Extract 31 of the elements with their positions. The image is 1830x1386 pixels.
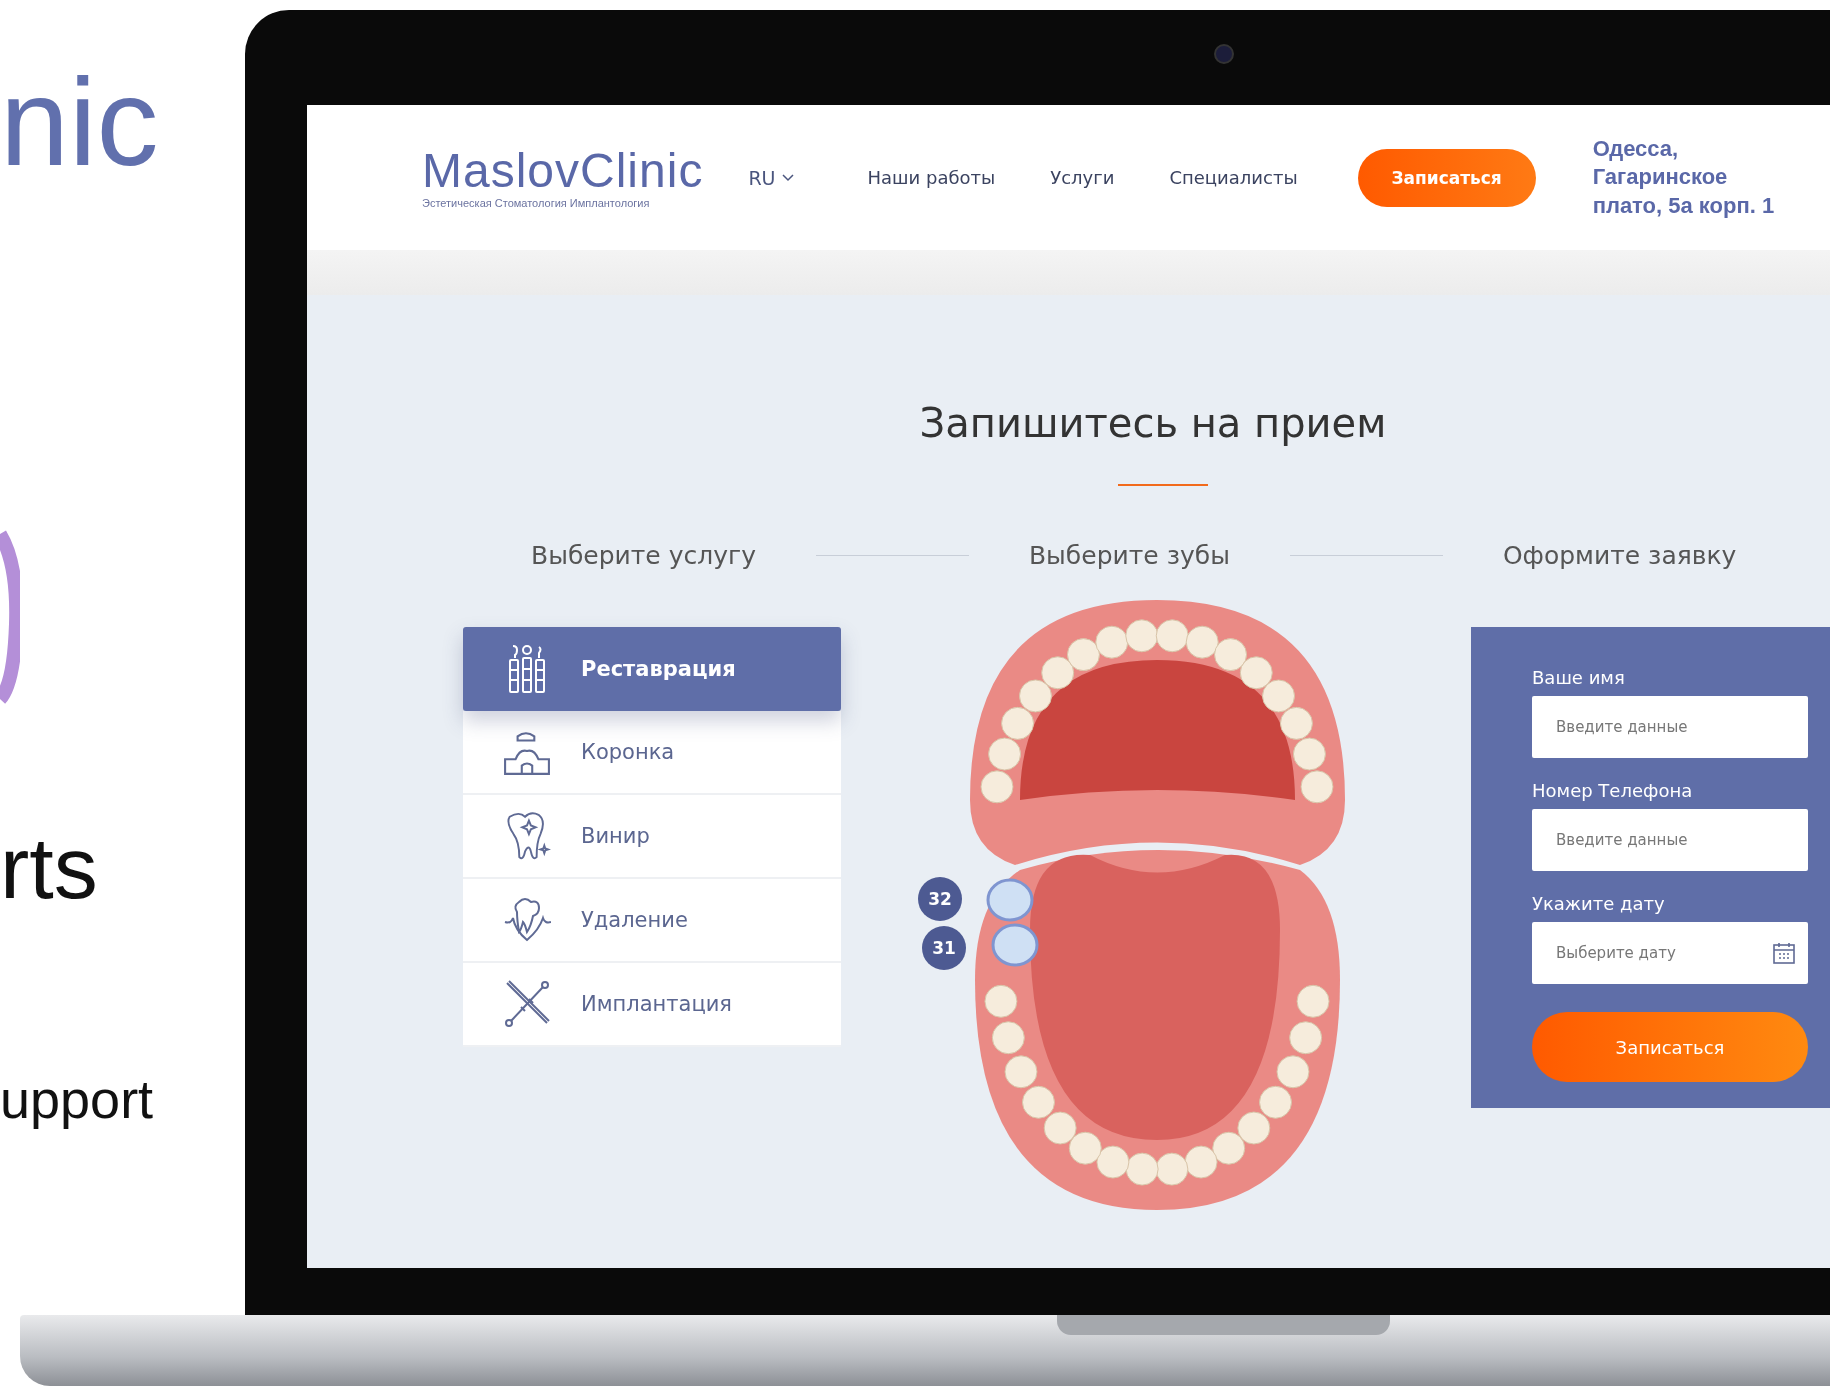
input-field[interactable]: Введите данные (1532, 809, 1808, 871)
feature-text: rts (0, 824, 98, 912)
service-item[interactable]: Винир (463, 795, 841, 879)
address-text: Одесса, Гагаринское плато, 5а корп. 1 (1592, 134, 1775, 220)
date-field[interactable]: Выберите дату (1532, 922, 1808, 984)
field-label: Ваше имя (1532, 667, 1626, 688)
language-selector[interactable]: RU (748, 166, 794, 189)
field-label: Номер Телефона (1532, 780, 1694, 801)
service-item[interactable]: Имплантация (463, 963, 841, 1047)
input-field[interactable]: Введите данные (1532, 696, 1808, 758)
camera-icon (1214, 44, 1234, 64)
crossed-tools-icon (503, 979, 551, 1029)
caret-icon (781, 173, 794, 182)
section-title: Запишитесь на прием (919, 400, 1387, 446)
nav-link[interactable]: Услуги (1050, 167, 1115, 188)
headline-text: nic (0, 60, 159, 184)
field-label: Укажите дату (1532, 893, 1666, 914)
service-item[interactable]: Коронка (463, 711, 841, 795)
nav-link[interactable]: Наши работы (867, 167, 996, 188)
step-label: Выберите зубы (1028, 541, 1230, 570)
step-label: Оформите заявку (1502, 541, 1737, 570)
logo-tagline: Эстетическая Стоматология Имплантология (422, 196, 651, 209)
logo-text[interactable]: MaslovClinic (422, 146, 704, 195)
service-item[interactable]: Удаление (463, 879, 841, 963)
book-button[interactable]: Записаться (1357, 148, 1536, 207)
nav-link[interactable]: Специалисты (1169, 167, 1298, 188)
tooth-number-badge[interactable]: 31 (922, 926, 966, 970)
tooth-number-badge[interactable]: 32 (918, 877, 962, 921)
calendar-icon (1772, 941, 1796, 965)
step-label: Выберите услугу (531, 541, 756, 570)
service-item[interactable]: Реставрация (463, 627, 841, 711)
